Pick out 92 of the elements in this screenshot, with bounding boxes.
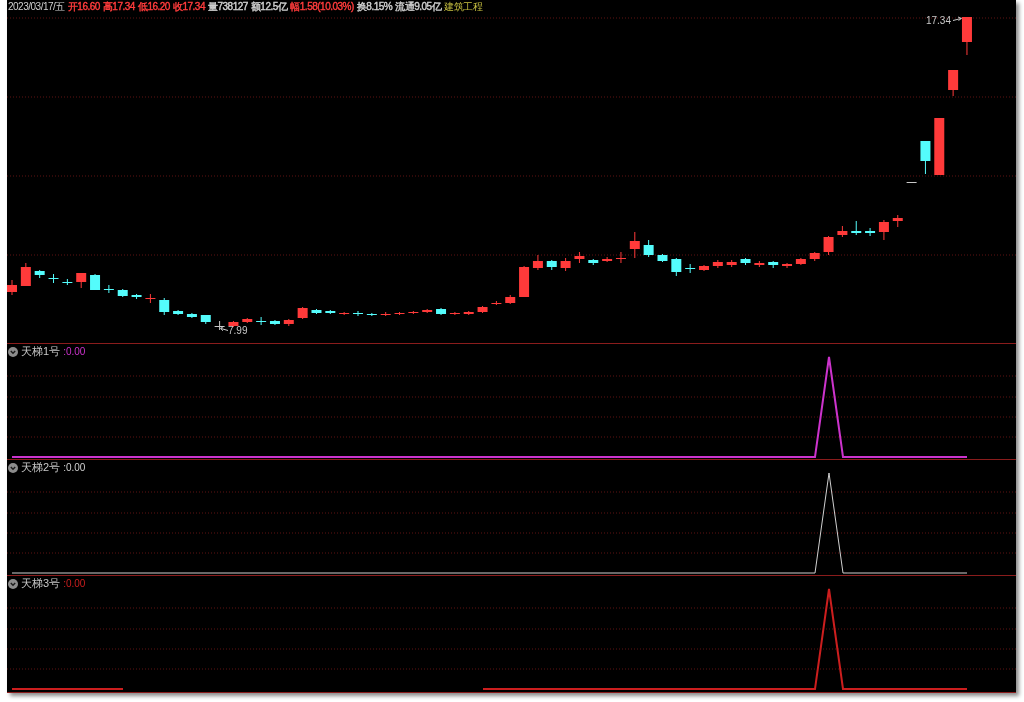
quote-field: 高17.34 bbox=[102, 0, 135, 14]
down-candle bbox=[200, 314, 211, 325]
up-candle bbox=[754, 260, 765, 268]
up-candle bbox=[961, 16, 972, 56]
up-candle bbox=[615, 251, 626, 264]
indicator-value: :0.00 bbox=[63, 345, 86, 358]
up-candle bbox=[823, 235, 834, 256]
up-candle bbox=[837, 225, 848, 238]
down-candle bbox=[740, 257, 751, 266]
up-candle bbox=[519, 265, 530, 298]
leader-arrow bbox=[952, 16, 962, 21]
chevron-down-icon[interactable] bbox=[8, 462, 18, 473]
down-candle bbox=[920, 140, 931, 175]
indicator-value: :0.00 bbox=[63, 461, 86, 474]
chevron-down-icon[interactable] bbox=[8, 578, 18, 589]
down-candle bbox=[103, 284, 114, 294]
up-candle bbox=[491, 300, 502, 306]
quote-field: 量738127 bbox=[207, 0, 248, 14]
flat-candle bbox=[906, 181, 917, 184]
chevron-down-icon[interactable] bbox=[8, 346, 18, 357]
up-candle bbox=[712, 259, 723, 269]
up-candle bbox=[602, 256, 613, 263]
down-candle bbox=[657, 253, 668, 263]
up-candle bbox=[629, 231, 640, 259]
up-candle bbox=[422, 308, 433, 314]
quote-field: 幅1.58(10.03%) bbox=[290, 0, 354, 14]
up-candle bbox=[380, 311, 391, 317]
up-candle bbox=[574, 251, 585, 264]
up-candle bbox=[339, 311, 350, 316]
down-candle bbox=[186, 312, 197, 319]
up-candle bbox=[878, 219, 889, 241]
quote-date: 2023/03/17/五 bbox=[8, 0, 65, 14]
up-candle bbox=[892, 214, 903, 228]
up-candle bbox=[228, 320, 239, 328]
down-candle bbox=[353, 310, 363, 317]
up-candle bbox=[795, 257, 806, 266]
up-candle bbox=[7, 279, 17, 296]
flat-candle bbox=[214, 320, 225, 331]
quote-field: 开16.60 bbox=[67, 0, 100, 14]
down-candle bbox=[131, 293, 142, 300]
down-candle bbox=[117, 288, 128, 298]
down-candle bbox=[865, 227, 876, 237]
down-candle bbox=[159, 297, 170, 316]
indicator-value: :0.00 bbox=[63, 577, 86, 590]
quote-field: 换8.15% bbox=[356, 0, 393, 14]
low-price-label: 7.99 bbox=[228, 325, 248, 336]
quote-field: 收17.34 bbox=[172, 0, 205, 14]
down-candle bbox=[436, 307, 447, 316]
up-candle bbox=[934, 117, 945, 176]
down-candle bbox=[269, 319, 280, 326]
down-candle bbox=[851, 220, 862, 236]
up-candle bbox=[809, 251, 820, 262]
quote-field: 低16.20 bbox=[137, 0, 170, 14]
up-candle bbox=[449, 311, 460, 316]
quote-field: 额12.5亿 bbox=[250, 0, 288, 14]
down-candle bbox=[325, 309, 336, 315]
down-candle bbox=[62, 278, 73, 286]
up-candle bbox=[726, 259, 737, 268]
up-candle bbox=[699, 264, 709, 272]
down-candle bbox=[173, 309, 184, 316]
down-candle bbox=[643, 239, 654, 258]
down-candle bbox=[48, 273, 59, 284]
indicator-name: 天梯2号 bbox=[21, 461, 61, 474]
up-candle bbox=[532, 254, 543, 271]
leader-arrow bbox=[220, 326, 229, 332]
down-candle bbox=[90, 273, 101, 291]
up-candle bbox=[145, 293, 156, 304]
up-candle bbox=[560, 257, 571, 272]
indicator-name: 天梯3号 bbox=[21, 577, 61, 590]
up-candle bbox=[408, 310, 419, 315]
up-candle bbox=[505, 294, 516, 305]
up-candle bbox=[242, 317, 253, 324]
up-candle bbox=[283, 318, 294, 327]
up-candle bbox=[782, 262, 793, 269]
down-candle bbox=[768, 260, 779, 269]
up-candle bbox=[20, 262, 31, 287]
up-candle bbox=[477, 305, 488, 314]
up-candle bbox=[76, 272, 87, 289]
down-candle bbox=[311, 308, 322, 315]
quote-field: 流通9.05亿 bbox=[395, 0, 442, 14]
high-price-label: 17.34 bbox=[925, 15, 951, 26]
down-candle bbox=[685, 263, 696, 274]
sector-label: 建筑工程 bbox=[444, 0, 483, 14]
down-candle bbox=[34, 269, 45, 279]
down-candle bbox=[256, 316, 267, 326]
up-candle bbox=[948, 69, 959, 97]
down-candle bbox=[588, 258, 599, 266]
down-candle bbox=[546, 259, 557, 271]
down-candle bbox=[671, 257, 682, 277]
up-candle bbox=[463, 310, 474, 316]
indicator-name: 天梯1号 bbox=[21, 345, 61, 358]
up-candle bbox=[297, 306, 308, 320]
